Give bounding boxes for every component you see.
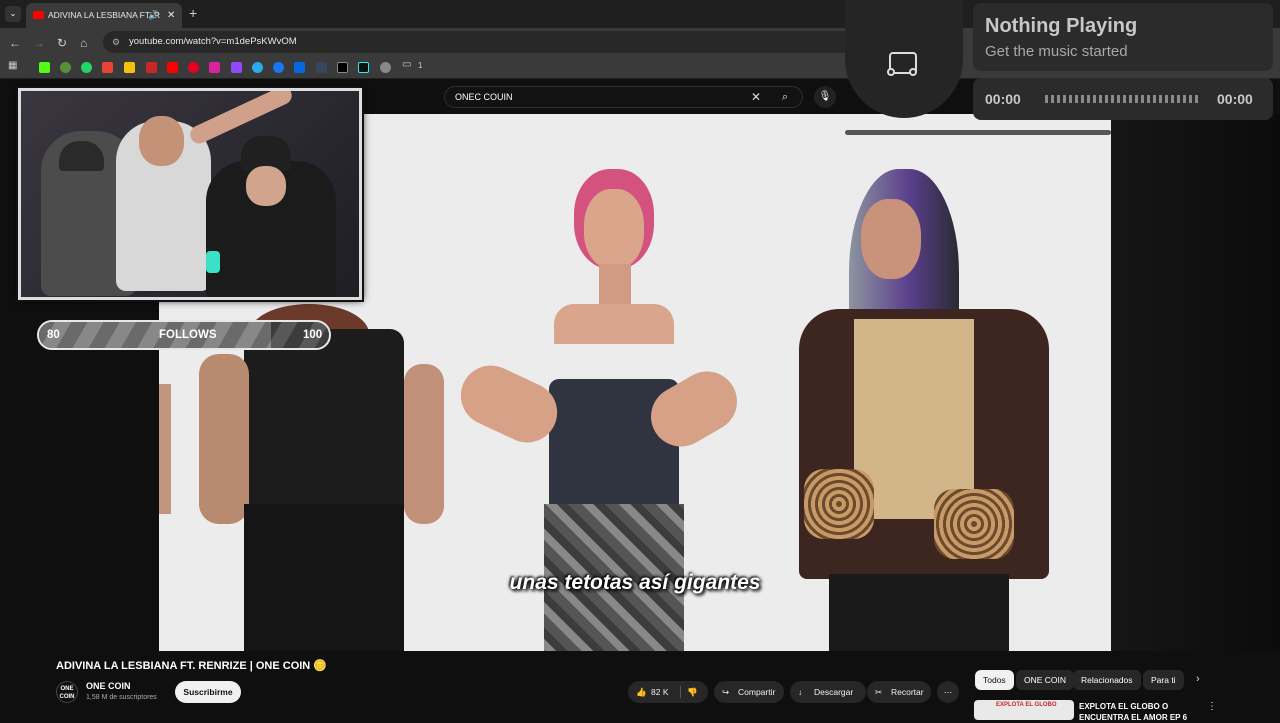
search-icon[interactable]: ⌕ [772, 88, 798, 106]
clear-search-icon[interactable]: ✕ [751, 87, 761, 107]
person-edge [159, 384, 171, 514]
tab-close-icon[interactable]: ✕ [167, 3, 175, 28]
like-icon[interactable]: 👍 [636, 681, 647, 703]
tab-audio-icon[interactable]: 🔊 [148, 3, 159, 28]
pinterest-bookmark-icon[interactable] [188, 62, 199, 73]
download-label: Descargar [814, 687, 854, 697]
search-input-value: ONEC COUIN [455, 92, 513, 102]
chip-related[interactable]: Relacionados [1073, 670, 1141, 690]
now-playing-artwork [845, 0, 963, 118]
clip-button[interactable]: ✂ Recortar [867, 681, 931, 703]
chatgpt-bookmark-icon[interactable] [380, 62, 391, 73]
twitch-bookmark-icon[interactable] [231, 62, 242, 73]
bookmark-6-icon[interactable] [146, 62, 157, 73]
now-playing-subtitle: Get the music started [985, 43, 1128, 60]
tab-active[interactable]: ADIVINA LA LESBIANA FT. R 🔊 ✕ [26, 3, 182, 28]
channel-name[interactable]: ONE COIN [86, 681, 131, 691]
youtube-favicon-icon [33, 11, 44, 19]
share-icon: ↪ [722, 687, 730, 697]
bookmark-folder-count: 1 [418, 61, 423, 70]
address-bar[interactable]: ⚙ youtube.com/watch?v=m1dePsKWvOM [103, 31, 863, 53]
follow-goal-label: FOLLOWS [159, 329, 217, 341]
follow-goal-target: 100 [303, 329, 323, 341]
video-subtitle: unas tetotas así gigantes [509, 571, 761, 594]
new-tab-icon[interactable]: + [189, 5, 197, 21]
instagram-bookmark-icon[interactable] [209, 62, 220, 73]
scissors-icon: ✂ [875, 687, 883, 697]
subscribe-button[interactable]: Suscribirme [175, 681, 241, 703]
site-info-icon[interactable]: ⚙ [112, 31, 120, 53]
url-text: youtube.com/watch?v=m1dePsKWvOM [129, 36, 297, 47]
gmail-bookmark-icon[interactable] [102, 62, 113, 73]
now-playing-info: Nothing Playing Get the music started [973, 3, 1273, 71]
bookmark-5-icon[interactable] [124, 62, 135, 73]
now-playing-waveform [1045, 95, 1201, 103]
chip-all[interactable]: Todos [975, 670, 1014, 690]
xbox-bookmark-icon[interactable] [60, 62, 71, 73]
home-icon[interactable]: ⌂ [80, 36, 87, 50]
apps-icon[interactable]: ▦ [8, 60, 17, 71]
dislike-icon[interactable]: 👎 [687, 681, 698, 703]
video-title: ADIVINA LA LESBIANA FT. RENRIZE | ONE CO… [56, 660, 328, 672]
now-playing-time-start: 00:00 [985, 91, 1021, 107]
reload-icon[interactable]: ↻ [57, 36, 67, 50]
x-bookmark-icon[interactable] [337, 62, 348, 73]
tab-search-icon[interactable]: ⌄ [5, 6, 21, 22]
now-playing-progress [845, 130, 1111, 135]
tiktok-bookmark-icon[interactable] [358, 62, 369, 73]
channel-avatar[interactable]: ONE COIN [56, 681, 78, 703]
recommended-menu-icon[interactable]: ⋮ [1207, 701, 1217, 712]
now-playing-time-end: 00:00 [1217, 91, 1253, 107]
side-panel [1111, 114, 1280, 651]
webcam-overlay [18, 88, 362, 300]
meta-bookmark-icon[interactable] [294, 62, 305, 73]
clip-label: Recortar [891, 687, 924, 697]
chip-channel[interactable]: ONE COIN [1016, 670, 1075, 690]
chips-next-icon[interactable]: › [1196, 673, 1200, 685]
person-left [199, 304, 444, 651]
voice-search-icon[interactable]: 🎙 [814, 86, 836, 108]
thumbnail-caption: EXPLOTA EL GLOBO [996, 702, 1057, 708]
forward-icon[interactable]: → [33, 36, 45, 50]
now-playing-timeline: 00:00 00:00 [973, 78, 1273, 120]
chip-for-you[interactable]: Para ti [1143, 670, 1184, 690]
follow-goal-bar: 80 FOLLOWS 100 [37, 320, 331, 350]
like-dislike-group: 👍 82 K 👎 [628, 681, 708, 703]
kick-bookmark-icon[interactable] [39, 62, 50, 73]
telegram-bookmark-icon[interactable] [252, 62, 263, 73]
youtube-bookmark-icon[interactable] [167, 62, 178, 73]
recommended-thumbnail[interactable]: EXPLOTA EL GLOBO [974, 700, 1074, 720]
now-playing-title: Nothing Playing [985, 15, 1138, 37]
cap-icon [59, 141, 104, 171]
tumblr-bookmark-icon[interactable] [316, 62, 327, 73]
tab-title: ADIVINA LA LESBIANA FT. R [48, 10, 160, 20]
share-button[interactable]: ↪ Compartir [714, 681, 784, 703]
search-input[interactable]: ONEC COUIN ✕ [444, 86, 803, 108]
facebook-bookmark-icon[interactable] [273, 62, 284, 73]
folder-icon[interactable]: ▭ [402, 59, 411, 70]
download-button[interactable]: ↓ Descargar [790, 681, 866, 703]
back-icon[interactable]: ← [9, 36, 21, 50]
share-label: Compartir [738, 687, 776, 697]
download-icon: ↓ [798, 687, 803, 697]
whatsapp-bookmark-icon[interactable] [81, 62, 92, 73]
mic-light [206, 251, 220, 273]
follow-goal-current: 80 [47, 329, 60, 341]
subscriber-count: 1,58 M de suscriptores [86, 694, 157, 701]
more-actions-icon[interactable]: ⋯ [937, 681, 959, 703]
like-count[interactable]: 82 K [651, 681, 669, 703]
follow-goal-fill [39, 322, 271, 348]
